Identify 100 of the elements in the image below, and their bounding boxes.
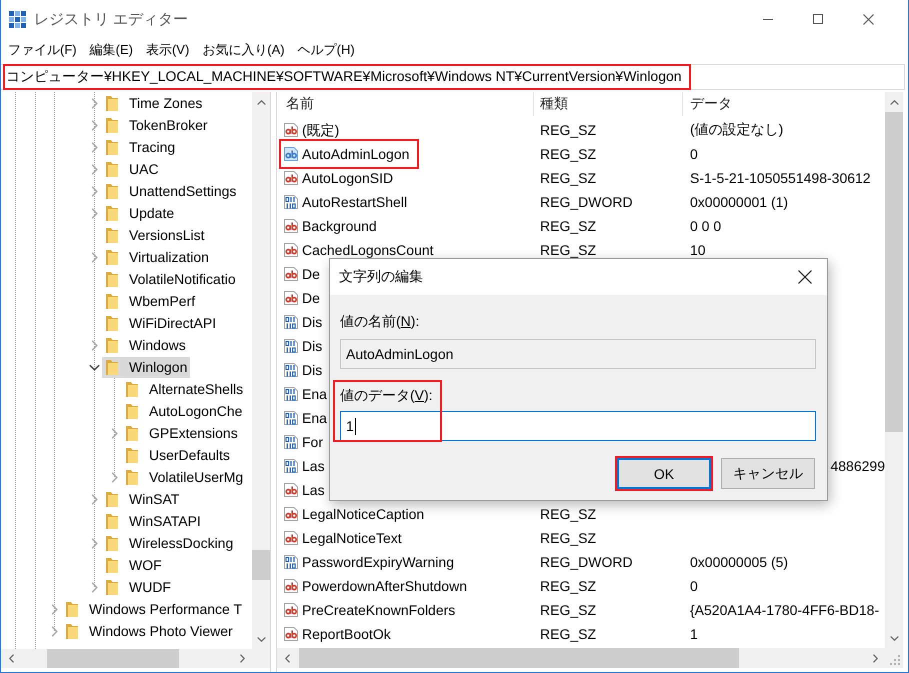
tree-item[interactable]: WUDF bbox=[102, 576, 174, 598]
chevron-right-icon[interactable] bbox=[50, 604, 58, 614]
value-name[interactable]: AutoLogonSID bbox=[283, 168, 394, 188]
scrollbar[interactable] bbox=[252, 92, 270, 649]
value-name[interactable]: For bbox=[283, 432, 323, 452]
resize-grip-icon[interactable] bbox=[890, 655, 900, 665]
chevron-down-icon[interactable] bbox=[88, 364, 100, 370]
value-name[interactable]: LegalNoticeCaption bbox=[283, 504, 424, 524]
value-name[interactable]: PasswordExpiryWarning bbox=[283, 552, 454, 572]
value-name[interactable]: Las bbox=[283, 456, 325, 476]
scrollbar-thumb[interactable] bbox=[299, 648, 739, 668]
chevron-left-icon[interactable] bbox=[284, 654, 290, 662]
chevron-right-icon[interactable] bbox=[90, 186, 98, 196]
value-name[interactable]: Dis bbox=[283, 312, 322, 332]
value-name[interactable]: LegalNoticeText bbox=[283, 528, 402, 548]
tree-item[interactable]: UnattendSettings bbox=[102, 180, 240, 202]
chevron-right-icon[interactable] bbox=[90, 208, 98, 218]
column-header[interactable]: 種類 bbox=[534, 92, 683, 116]
menu-item[interactable]: 編集(E) bbox=[90, 40, 133, 60]
tree-item[interactable]: WiFiDirectAPI bbox=[102, 312, 220, 334]
folder-icon bbox=[106, 96, 118, 110]
tree-item[interactable]: VolatileNotificatio bbox=[102, 268, 239, 290]
tree-item[interactable]: TokenBroker bbox=[102, 114, 211, 136]
scrollbar[interactable] bbox=[1, 649, 252, 668]
tree-item[interactable]: UAC bbox=[102, 158, 162, 180]
tree-item[interactable]: Windows Performance T bbox=[62, 598, 246, 620]
blocks-icon[interactable] bbox=[9, 10, 26, 28]
dialog-button[interactable]: キャンセル bbox=[721, 458, 815, 489]
tree-item[interactable]: WbemPerf bbox=[102, 290, 198, 312]
value-name[interactable]: CachedLogonsCount bbox=[283, 240, 434, 260]
tree-item[interactable]: AlternateShells bbox=[122, 378, 246, 400]
column-header[interactable]: データ bbox=[683, 92, 885, 116]
value-data-field[interactable]: 1 bbox=[340, 411, 816, 441]
scrollbar[interactable] bbox=[885, 92, 903, 648]
chevron-up-icon[interactable] bbox=[256, 100, 266, 104]
chevron-right-icon[interactable] bbox=[90, 252, 98, 262]
value-name[interactable]: AutoRestartShell bbox=[283, 192, 408, 212]
value-name[interactable]: Dis bbox=[283, 336, 322, 356]
value-name[interactable]: ReportBootOk bbox=[283, 624, 391, 644]
chevron-right-icon[interactable] bbox=[90, 582, 98, 592]
chevron-right-icon[interactable] bbox=[90, 120, 98, 130]
tree-item[interactable]: Virtualization bbox=[102, 246, 212, 268]
tree-item[interactable]: Update bbox=[102, 202, 178, 224]
menu-item[interactable]: 表示(V) bbox=[146, 40, 190, 60]
maximize-icon bbox=[813, 14, 823, 24]
value-name[interactable]: PowerdownAfterShutdown bbox=[283, 576, 467, 596]
chevron-right-icon[interactable] bbox=[90, 142, 98, 152]
field-label: 値の名前(N): bbox=[340, 312, 420, 331]
scrollbar-thumb[interactable] bbox=[885, 112, 903, 432]
scrollbar-thumb[interactable] bbox=[47, 649, 179, 668]
value-name[interactable]: Dis bbox=[283, 360, 322, 380]
menu-item[interactable]: お気に入り(A) bbox=[202, 40, 285, 60]
chevron-right-icon[interactable] bbox=[110, 472, 118, 482]
chevron-right-icon[interactable] bbox=[90, 164, 98, 174]
tree-item[interactable]: AutoLogonChe bbox=[122, 400, 246, 422]
tree-item[interactable]: Windows bbox=[102, 334, 189, 356]
tree-item[interactable]: UserDefaults bbox=[122, 444, 233, 466]
value-name[interactable]: AutoAdminLogon bbox=[283, 144, 410, 164]
value-name[interactable]: (既定) bbox=[283, 120, 340, 140]
scrollbar-thumb[interactable] bbox=[252, 550, 270, 580]
tree-item[interactable]: Time Zones bbox=[102, 92, 206, 114]
value-name[interactable]: Ena bbox=[283, 408, 327, 428]
menu-item[interactable]: ファイル(F) bbox=[8, 40, 77, 60]
tree-item[interactable]: Tracing bbox=[102, 136, 178, 158]
window-title: レジストリ エディター bbox=[34, 10, 190, 28]
value-name[interactable]: De bbox=[283, 264, 320, 284]
chevron-right-icon[interactable] bbox=[90, 340, 98, 350]
chevron-right-icon[interactable] bbox=[240, 654, 244, 663]
value-name-field[interactable]: AutoAdminLogon bbox=[340, 339, 816, 369]
chevron-left-icon[interactable] bbox=[8, 654, 14, 663]
tree-item[interactable]: VersionsList bbox=[102, 224, 208, 246]
chevron-right-icon[interactable] bbox=[90, 494, 98, 504]
tree-item[interactable]: Winlogon bbox=[102, 356, 190, 378]
chevron-up-icon[interactable] bbox=[890, 100, 898, 104]
scrollbar[interactable] bbox=[277, 648, 885, 668]
value-name[interactable]: Ena bbox=[283, 384, 327, 404]
chevron-down-icon[interactable] bbox=[890, 636, 898, 640]
tree-item[interactable]: WOF bbox=[102, 554, 165, 576]
column-header[interactable]: 名前 bbox=[277, 92, 534, 116]
value-type: REG_DWORD bbox=[540, 194, 633, 210]
menu-item[interactable]: ヘルプ(H) bbox=[298, 40, 355, 60]
chevron-right-icon[interactable] bbox=[50, 626, 58, 636]
dialog-button[interactable]: OK bbox=[617, 458, 711, 489]
tree-item[interactable]: WirelessDocking bbox=[102, 532, 236, 554]
value-name[interactable]: PreCreateKnownFolders bbox=[283, 600, 456, 620]
value-type: REG_SZ bbox=[540, 602, 596, 618]
tree-item[interactable]: VolatileUserMg bbox=[122, 466, 246, 488]
value-name[interactable]: Background bbox=[283, 216, 377, 236]
tree-item[interactable]: WinSAT bbox=[102, 488, 182, 510]
address-bar[interactable]: コンピューター¥HKEY_LOCAL_MACHINE¥SOFTWARE¥Microsoft¥Windows NT¥CurrentVersion¥Winlogon bbox=[1, 64, 905, 90]
chevron-right-icon[interactable] bbox=[110, 428, 118, 438]
chevron-right-icon[interactable] bbox=[90, 538, 98, 548]
value-name[interactable]: Las bbox=[283, 480, 325, 500]
tree-item[interactable]: Windows Photo Viewer bbox=[62, 620, 236, 642]
tree-item[interactable]: GPExtensions bbox=[122, 422, 241, 444]
chevron-right-icon[interactable] bbox=[872, 654, 878, 662]
tree-item[interactable]: WinSATAPI bbox=[102, 510, 204, 532]
chevron-down-icon[interactable] bbox=[256, 636, 266, 642]
value-name[interactable]: De bbox=[283, 288, 320, 308]
chevron-right-icon[interactable] bbox=[90, 98, 98, 108]
